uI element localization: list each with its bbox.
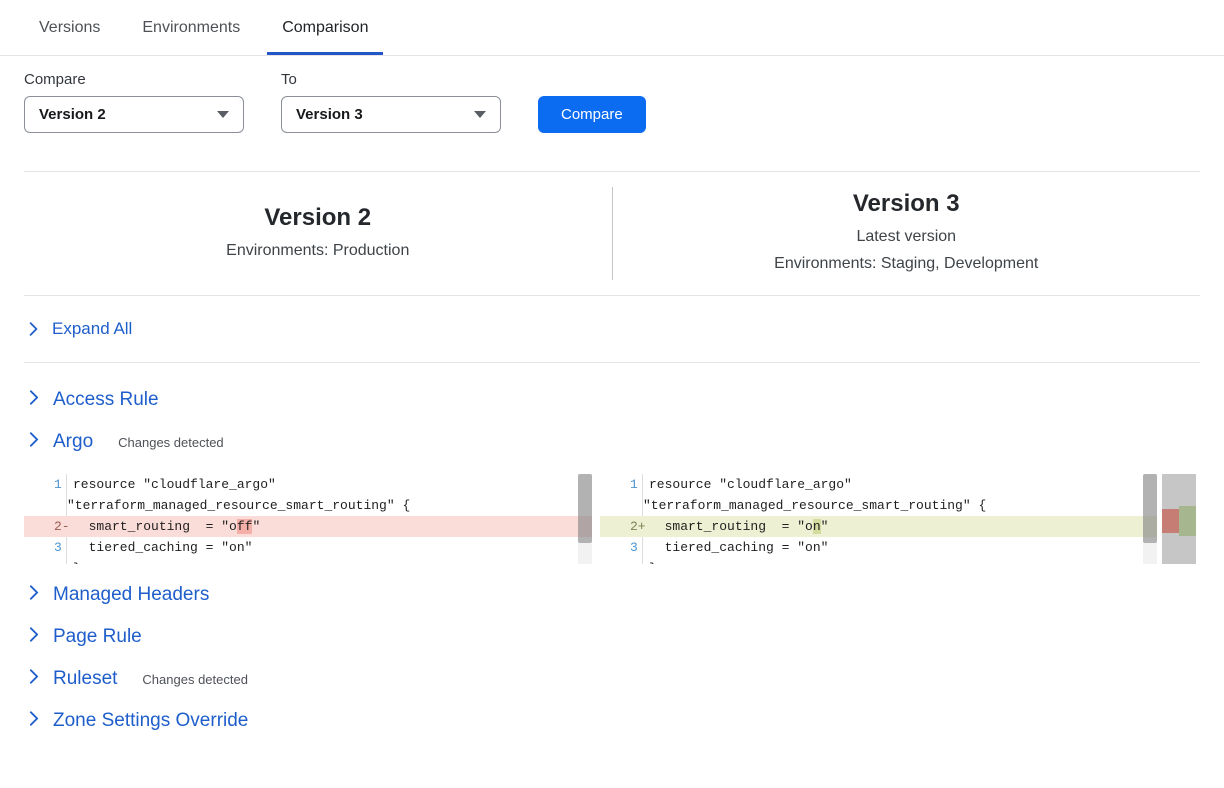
compare-button[interactable]: Compare xyxy=(538,96,646,133)
compare-to-select[interactable]: Version 3 xyxy=(281,96,501,133)
version-header-right: Version 3 Latest version Environments: S… xyxy=(613,190,1201,277)
line-number: 2+ xyxy=(600,516,643,537)
right-version-subtitle: Latest version xyxy=(613,223,1201,250)
left-version-title: Version 2 xyxy=(24,204,612,232)
right-version-title: Version 3 xyxy=(613,190,1201,218)
section-title: Zone Settings Override xyxy=(53,710,248,732)
line-number xyxy=(24,558,67,564)
section-title: Access Rule xyxy=(53,389,159,411)
section-managed-headers[interactable]: Managed Headers xyxy=(24,564,1200,606)
code-line-deleted: 2- smart_routing = "off" xyxy=(24,516,592,537)
line-number: 3 xyxy=(600,537,643,558)
expand-all-button[interactable]: Expand All xyxy=(24,296,1200,363)
chevron-right-icon xyxy=(28,669,40,684)
line-number xyxy=(600,495,643,516)
code-text: smart_routing = "on" xyxy=(643,516,828,537)
code-line: 1 resource "cloudflare_argo" xyxy=(24,474,592,495)
diff-minimap[interactable] xyxy=(1162,474,1196,564)
compare-to-label: To xyxy=(281,71,501,88)
section-title: Managed Headers xyxy=(53,584,209,606)
code-text: tiered_caching = "on" xyxy=(643,537,828,558)
code-text: "terraform_managed_resource_smart_routin… xyxy=(643,495,986,516)
code-text: } xyxy=(643,558,657,564)
chevron-right-icon xyxy=(28,322,39,336)
line-number xyxy=(600,558,643,564)
section-access-rule[interactable]: Access Rule xyxy=(24,363,1200,411)
deleted-word-highlight: ff xyxy=(237,519,253,534)
section-argo[interactable]: Argo Changes detected xyxy=(24,411,1200,453)
code-line: } xyxy=(600,558,1157,564)
compare-from-value: Version 2 xyxy=(39,106,106,123)
compare-to-value: Version 3 xyxy=(296,106,363,123)
compare-from-label: Compare xyxy=(24,71,244,88)
scrollbar-thumb[interactable] xyxy=(1143,474,1157,543)
right-version-environments: Environments: Staging, Development xyxy=(613,250,1201,277)
added-word-highlight: n xyxy=(813,519,821,534)
minimap-addition-marker xyxy=(1179,506,1196,536)
code-text: tiered_caching = "on" xyxy=(67,537,252,558)
code-line: 3 tiered_caching = "on" xyxy=(24,537,592,558)
tab-versions[interactable]: Versions xyxy=(24,0,115,55)
line-number: 2- xyxy=(24,516,67,537)
code-line-added: 2+ smart_routing = "on" xyxy=(600,516,1157,537)
code-text: resource "cloudflare_argo" xyxy=(67,474,276,495)
diff-left-panel[interactable]: 1 resource "cloudflare_argo" "terraform_… xyxy=(24,474,592,564)
scrollbar-thumb[interactable] xyxy=(578,474,592,543)
section-title: Argo xyxy=(53,431,93,453)
chevron-right-icon xyxy=(28,432,40,447)
compare-to-field: To Version 3 xyxy=(281,71,501,133)
diff-right-panel[interactable]: 1 resource "cloudflare_argo" "terraform_… xyxy=(600,474,1157,564)
code-line: } xyxy=(24,558,592,564)
section-title: Ruleset xyxy=(53,668,117,690)
code-text: smart_routing = "off" xyxy=(67,516,260,537)
argo-diff: 1 resource "cloudflare_argo" "terraform_… xyxy=(24,474,1196,564)
chevron-right-icon xyxy=(28,390,40,405)
compare-from-field: Compare Version 2 xyxy=(24,71,244,133)
section-page-rule[interactable]: Page Rule xyxy=(24,606,1200,648)
changes-detected-badge: Changes detected xyxy=(142,672,248,687)
tab-comparison[interactable]: Comparison xyxy=(267,0,383,55)
code-text: "terraform_managed_resource_smart_routin… xyxy=(67,495,410,516)
code-line: 1 resource "cloudflare_argo" xyxy=(600,474,1157,495)
line-number: 1 xyxy=(600,474,643,495)
section-title: Page Rule xyxy=(53,626,142,648)
minimap-deletion-marker xyxy=(1162,509,1179,533)
version-headers: Version 2 Environments: Production Versi… xyxy=(24,171,1200,296)
line-number: 3 xyxy=(24,537,67,558)
compare-form: Compare Version 2 To Version 3 Compare xyxy=(0,56,1224,133)
section-list: Access Rule Argo Changes detected 1 reso… xyxy=(0,363,1224,752)
chevron-right-icon xyxy=(28,627,40,642)
section-zone-settings-override[interactable]: Zone Settings Override xyxy=(24,690,1200,732)
left-version-environments: Environments: Production xyxy=(24,237,612,264)
code-line: "terraform_managed_resource_smart_routin… xyxy=(600,495,1157,516)
expand-all-label: Expand All xyxy=(52,319,132,339)
code-text: } xyxy=(67,558,81,564)
code-text: resource "cloudflare_argo" xyxy=(643,474,852,495)
code-line: 3 tiered_caching = "on" xyxy=(600,537,1157,558)
chevron-down-icon xyxy=(217,111,229,118)
version-header-left: Version 2 Environments: Production xyxy=(24,204,612,264)
changes-detected-badge: Changes detected xyxy=(118,435,224,450)
chevron-right-icon xyxy=(28,585,40,600)
code-line: "terraform_managed_resource_smart_routin… xyxy=(24,495,592,516)
line-number xyxy=(24,495,67,516)
line-number: 1 xyxy=(24,474,67,495)
compare-from-select[interactable]: Version 2 xyxy=(24,96,244,133)
chevron-right-icon xyxy=(28,711,40,726)
section-ruleset[interactable]: Ruleset Changes detected xyxy=(24,648,1200,690)
tab-bar: Versions Environments Comparison xyxy=(0,0,1224,56)
tab-environments[interactable]: Environments xyxy=(127,0,255,55)
chevron-down-icon xyxy=(474,111,486,118)
